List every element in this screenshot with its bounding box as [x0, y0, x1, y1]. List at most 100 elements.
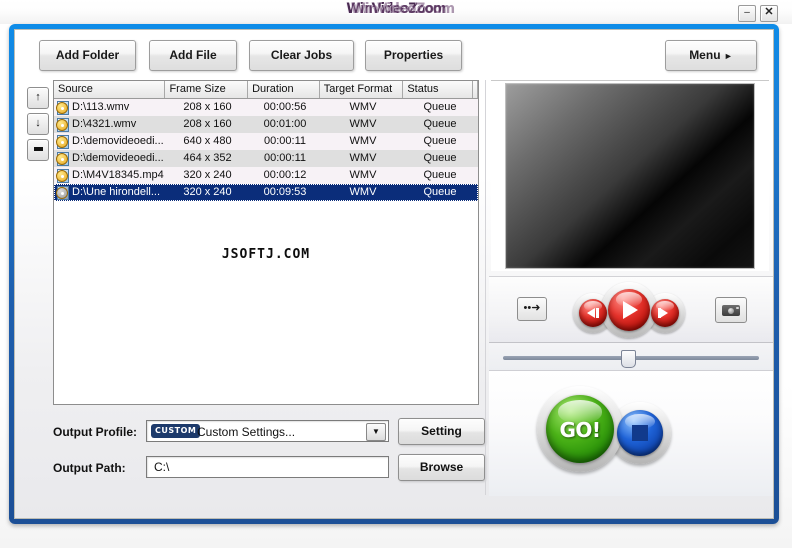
- seek-thumb[interactable]: [621, 350, 636, 368]
- cell-status: Queue: [423, 101, 457, 113]
- add-folder-button[interactable]: Add Folder: [39, 40, 136, 71]
- play-button[interactable]: [608, 289, 650, 331]
- column-header-source[interactable]: Source: [54, 81, 166, 98]
- cell-duration: 00:00:11: [263, 152, 306, 164]
- column-header-duration[interactable]: Duration: [248, 81, 320, 98]
- cell-source: D:\demovideoedi...: [54, 150, 166, 167]
- playback-button-cradle: [569, 280, 693, 338]
- arrow-up-icon: ↑: [35, 91, 41, 103]
- play-icon: [623, 301, 638, 319]
- table-row[interactable]: D:\113.wmv 208 x 160 00:00:56 WMV Queue: [54, 99, 478, 116]
- cell-duration: 00:01:00: [263, 118, 307, 130]
- next-button[interactable]: [651, 299, 679, 327]
- cell-frame-size: 320 x 240: [183, 186, 232, 198]
- table-row-selected[interactable]: D:\Une hirondell... 320 x 240 00:09:53 W…: [54, 184, 478, 201]
- table-row[interactable]: D:\demovideoedi... 640 x 480 00:00:11 WM…: [54, 133, 478, 150]
- cell-source: D:\demovideoedi...: [54, 133, 166, 150]
- go-button-label: GO!: [559, 418, 601, 442]
- move-down-button[interactable]: ↓: [27, 113, 49, 135]
- video-preview-surface[interactable]: [505, 83, 755, 269]
- table-row[interactable]: D:\4321.wmv 208 x 160 00:01:00 WMV Queue: [54, 116, 478, 133]
- properties-button[interactable]: Properties: [365, 40, 462, 71]
- window-title-overlay-text: WinVideoZoom: [350, 1, 455, 17]
- media-file-icon: [56, 101, 69, 115]
- cell-source: D:\113.wmv: [54, 99, 166, 116]
- output-profile-select[interactable]: CUSTOM Custom Settings... ▼: [146, 420, 389, 442]
- cell-source: D:\M4V18345.mp4: [54, 167, 166, 184]
- add-file-button[interactable]: Add File: [149, 40, 237, 71]
- clear-jobs-button[interactable]: Clear Jobs: [249, 40, 354, 71]
- custom-profile-badge: CUSTOM: [151, 424, 201, 438]
- watermark-text: JSOFTJ.COM: [221, 247, 311, 262]
- cell-target-format: WMV: [349, 135, 377, 147]
- window-frame: Add Folder Add File Clear Jobs Propertie…: [9, 24, 779, 524]
- media-file-icon: [56, 169, 69, 183]
- cell-duration: 00:00:56: [263, 101, 307, 113]
- cell-duration: 00:09:53: [263, 186, 307, 198]
- browse-button[interactable]: Browse: [398, 454, 485, 481]
- column-header-frame-size[interactable]: Frame Size: [165, 81, 249, 98]
- toolbar: Add Folder Add File Clear Jobs Propertie…: [15, 30, 773, 80]
- stop-icon: [632, 425, 648, 441]
- media-file-icon: [56, 186, 69, 200]
- stop-button[interactable]: [617, 410, 663, 456]
- action-button-area: GO!: [489, 370, 773, 496]
- cell-duration: 00:00:12: [263, 169, 307, 181]
- media-file-icon: [56, 118, 69, 132]
- close-button[interactable]: ✕: [760, 5, 778, 22]
- chevron-down-icon[interactable]: ▼: [366, 423, 386, 441]
- previous-button[interactable]: [579, 299, 607, 327]
- skip-button[interactable]: ••➜: [517, 297, 547, 321]
- cell-frame-size: 208 x 160: [183, 118, 232, 130]
- remove-job-button[interactable]: [27, 139, 49, 161]
- table-row[interactable]: D:\demovideoedi... 464 x 352 00:00:11 WM…: [54, 150, 478, 167]
- job-list[interactable]: Source Frame Size Duration Target Format…: [53, 80, 479, 405]
- cell-target-format: WMV: [349, 186, 377, 198]
- panel-divider: [485, 80, 486, 495]
- window-client-area: Add Folder Add File Clear Jobs Propertie…: [14, 29, 774, 519]
- minus-icon: [33, 147, 43, 152]
- cell-frame-size: 320 x 240: [183, 169, 232, 181]
- table-row[interactable]: D:\M4V18345.mp4 320 x 240 00:00:12 WMV Q…: [54, 167, 478, 184]
- media-file-icon: [56, 135, 69, 149]
- cell-target-format: WMV: [349, 152, 377, 164]
- seek-bar-area: [489, 342, 773, 371]
- cell-frame-size: 208 x 160: [183, 101, 232, 113]
- cell-target-format: WMV: [349, 118, 377, 130]
- cell-source: D:\Une hirondell...: [54, 184, 166, 201]
- chevron-right-icon: ►: [723, 51, 733, 61]
- minimize-button[interactable]: –: [738, 5, 756, 22]
- camera-icon: [722, 305, 740, 316]
- output-profile-label: Output Profile:: [53, 425, 137, 439]
- menu-button-label: Menu: [689, 48, 721, 62]
- window-title: WinVideoZoom WinVideoZoom: [28, 1, 765, 17]
- video-preview-container: [491, 80, 769, 271]
- cell-status: Queue: [423, 135, 457, 147]
- cell-status: Queue: [423, 152, 457, 164]
- application-window: WinVideoZoom WinVideoZoom – ✕ Add Folder…: [0, 0, 792, 548]
- job-list-header: Source Frame Size Duration Target Format…: [54, 81, 478, 99]
- cell-frame-size: 464 x 352: [183, 152, 232, 164]
- cell-status: Queue: [423, 169, 457, 181]
- preview-panel: ••➜ GO!: [489, 80, 773, 496]
- move-up-button[interactable]: ↑: [27, 87, 49, 109]
- setting-button[interactable]: Setting: [398, 418, 485, 445]
- arrow-down-icon: ↓: [35, 117, 41, 129]
- next-icon: [660, 308, 668, 318]
- output-profile-value: Custom Settings...: [197, 425, 296, 439]
- cell-source: D:\4321.wmv: [54, 116, 166, 133]
- go-button-cradle: GO!: [537, 386, 727, 472]
- output-path-input[interactable]: C:\: [146, 456, 389, 478]
- menu-button[interactable]: Menu ►: [665, 40, 757, 71]
- media-file-icon: [56, 152, 69, 166]
- output-path-label: Output Path:: [53, 461, 126, 475]
- snapshot-button[interactable]: [715, 297, 747, 323]
- previous-icon: [587, 308, 595, 318]
- column-header-status[interactable]: Status: [403, 81, 473, 98]
- column-header-target-format[interactable]: Target Format: [320, 81, 404, 98]
- cell-duration: 00:00:11: [263, 135, 306, 147]
- transport-controls: ••➜: [489, 276, 773, 343]
- cell-status: Queue: [423, 118, 457, 130]
- cell-target-format: WMV: [349, 169, 377, 181]
- go-button[interactable]: GO!: [546, 395, 614, 463]
